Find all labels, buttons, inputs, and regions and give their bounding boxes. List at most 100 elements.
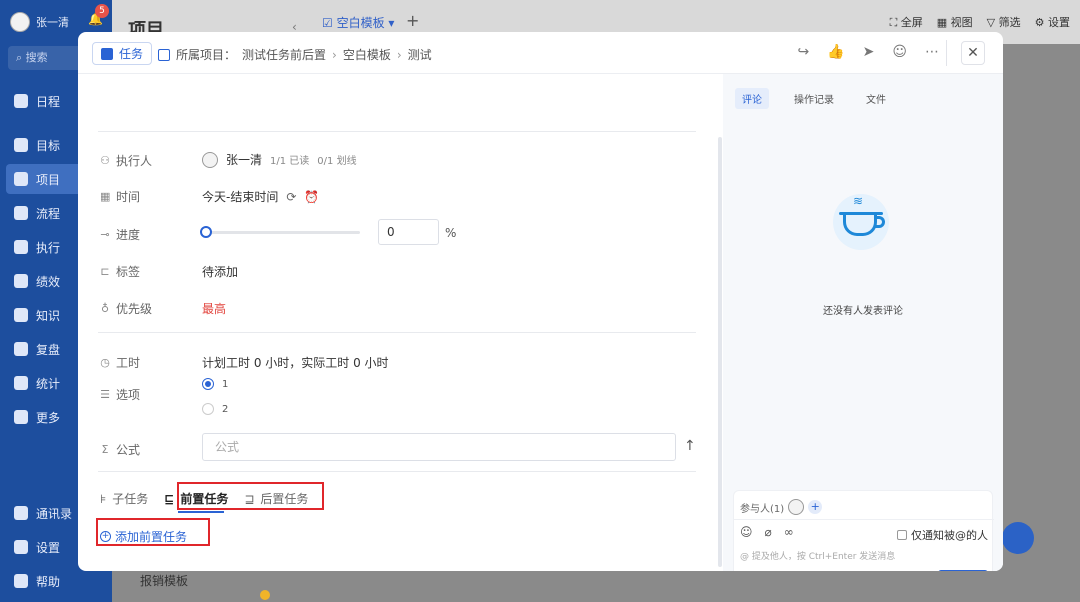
avatar	[202, 151, 218, 168]
tab-label: 子任务	[112, 492, 149, 506]
assignee-done-count: 0/1 划线	[317, 156, 357, 167]
send-button[interactable]: 发送	[938, 570, 972, 571]
emoji-icon[interactable]: ☺	[740, 525, 753, 539]
progress-input[interactable]: 0	[378, 219, 439, 245]
like-icon[interactable]: 👍	[827, 44, 844, 60]
notify-mentions-checkbox[interactable]: 仅通知被@的人	[897, 527, 988, 543]
sidebar-item-label: 流程	[36, 206, 61, 221]
time-value[interactable]: 今天-结束时间 ⟳ ⏰	[202, 188, 319, 205]
add-tab-button[interactable]: +	[406, 11, 419, 30]
task-type-button[interactable]: 任务	[92, 42, 153, 65]
time-label-text: 时间	[116, 190, 141, 204]
send-icon[interactable]: ➤	[863, 44, 875, 60]
attachment-icon[interactable]: ⌀	[765, 525, 772, 539]
target-icon	[14, 138, 28, 152]
progress-label-text: 进度	[116, 228, 141, 242]
priority-label-text: 优先级	[116, 302, 153, 316]
notify-label: 仅通知被@的人	[911, 529, 988, 542]
sidebar-item-label: 日程	[36, 94, 61, 109]
divider	[98, 131, 696, 132]
more-icon[interactable]: ⋯	[925, 44, 939, 60]
empty-comments-text: 还没有人发表评论	[823, 306, 903, 317]
comment-input[interactable]: @ 提及他人，按 Ctrl+Enter 发送消息	[740, 549, 895, 562]
options-label-text: 选项	[116, 388, 141, 402]
view-tab-label: 空白模板	[336, 16, 385, 30]
tag-value[interactable]: 待添加	[202, 263, 238, 280]
chart-icon	[14, 274, 28, 288]
bookmark-icon: ⊏	[100, 265, 110, 278]
add-participant-button[interactable]: +	[808, 500, 823, 514]
tab-activity[interactable]: 操作记录	[787, 88, 841, 109]
task-type-label: 任务	[119, 47, 144, 61]
assignee-name: 张一清	[226, 153, 263, 167]
chevron-down-icon[interactable]: ⌄	[972, 570, 988, 571]
tab-files[interactable]: 文件	[859, 88, 893, 109]
formula-label: Σ 公式	[100, 441, 141, 458]
divider	[98, 471, 696, 472]
sidebar-item-label: 执行	[36, 240, 61, 255]
composer-tools: ☺ ⌀ ∞	[740, 525, 794, 539]
steam-icon: ≋	[853, 194, 864, 208]
contacts-icon	[14, 506, 28, 520]
worktime-label: ◷ 工时	[100, 354, 140, 371]
filter-label: 筛选	[998, 16, 1021, 29]
view-toolbar: ⛶ 全屏 ▦ 视图 ▽ 筛选 ⚙ 设置	[890, 14, 1070, 30]
formula-input[interactable]: 公式	[202, 433, 676, 461]
scrollbar[interactable]	[718, 137, 722, 567]
radio-icon	[202, 378, 214, 390]
sidebar-item-label: 统计	[36, 376, 61, 391]
breadcrumb-task: 测试	[407, 48, 432, 62]
fullscreen-button[interactable]: ⛶ 全屏	[890, 14, 923, 30]
book-icon	[14, 308, 28, 322]
header-actions: ↪ 👍 ➤ ☺ ⋯	[797, 44, 939, 60]
breadcrumb-project[interactable]: 测试任务前后置	[242, 46, 326, 63]
user-icon[interactable]: ☺	[892, 44, 907, 60]
comment-tabs: 评论 操作记录 文件	[735, 88, 893, 109]
breadcrumb-prefix: 所属项目：	[176, 48, 237, 62]
assignee-label: ⚇ 执行人	[100, 152, 152, 169]
bg-list-item: 报销模板	[140, 574, 189, 588]
participants: 参与人(1) +	[740, 499, 823, 515]
link-icon[interactable]: ∞	[784, 525, 794, 539]
subtask-icon: ⊧	[100, 491, 107, 506]
tab-subtasks[interactable]: ⊧ 子任务	[100, 490, 148, 507]
send-group: 发送 ⌄	[938, 570, 988, 571]
repeat-icon[interactable]: ⟳	[286, 190, 296, 204]
filter-button[interactable]: ▽ 筛选	[987, 14, 1021, 30]
breadcrumb-template[interactable]: 空白模板	[343, 46, 391, 63]
option-2[interactable]: 2	[202, 403, 228, 415]
assistant-fab[interactable]	[1002, 522, 1034, 554]
view-tab[interactable]: ☑ 空白模板 ▾	[322, 14, 394, 31]
progress-slider-track[interactable]	[202, 231, 360, 234]
assignee-label-text: 执行人	[116, 154, 153, 168]
worktime-value[interactable]: 计划工时 0 小时，实际工时 0 小时	[202, 354, 389, 371]
header-divider	[946, 40, 947, 66]
sidebar-item-label: 复盘	[36, 342, 61, 357]
gear-icon	[14, 540, 28, 554]
alarm-icon[interactable]: ⏰	[304, 190, 319, 204]
priority-label: ♁ 优先级	[100, 300, 152, 317]
sidebar-item-label: 帮助	[36, 574, 61, 589]
user-profile[interactable]: 张一清	[10, 12, 69, 32]
tab-comments[interactable]: 评论	[735, 88, 769, 109]
share-icon[interactable]: ↪	[797, 44, 809, 60]
view-button[interactable]: ▦ 视图	[937, 14, 973, 30]
participants-label: 参与人(1)	[740, 503, 785, 515]
active-tab-indicator	[178, 511, 224, 513]
settings-label: 设置	[1048, 16, 1070, 29]
tag-label-text: 标签	[116, 265, 141, 279]
close-button[interactable]: ✕	[961, 41, 985, 65]
settings-button[interactable]: ⚙ 设置	[1035, 14, 1070, 30]
assignee-value[interactable]: 张一清 1/1 已读 0/1 划线	[202, 151, 357, 168]
tag-label: ⊏ 标签	[100, 263, 140, 280]
arrow-up-icon[interactable]: ↑	[684, 438, 696, 454]
assignee-read-count: 1/1 已读	[270, 156, 310, 167]
help-icon	[14, 574, 28, 588]
progress-slider-handle[interactable]	[200, 226, 212, 238]
priority-value[interactable]: 最高	[202, 300, 226, 317]
option-1[interactable]: 1	[202, 378, 228, 390]
avatar	[10, 12, 30, 32]
worktime-label-text: 工时	[116, 356, 141, 370]
divider	[734, 519, 994, 520]
sidebar-item-label: 知识	[36, 308, 61, 323]
